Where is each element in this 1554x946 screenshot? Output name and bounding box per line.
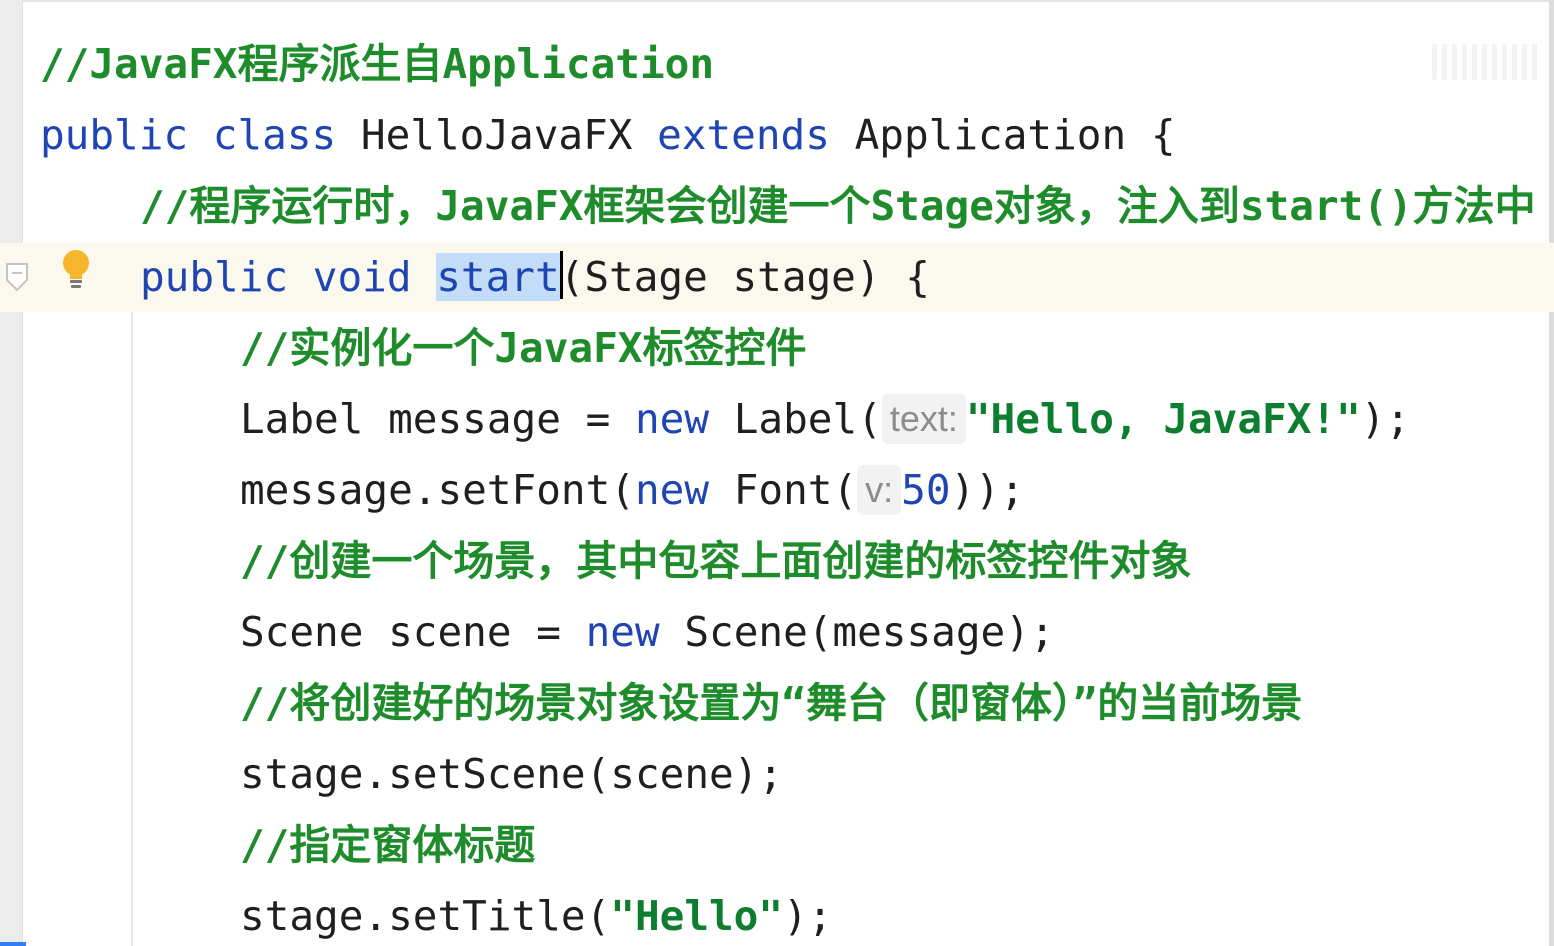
keyword-void: void [312, 253, 412, 301]
status-accent [0, 942, 26, 946]
code-comment-line[interactable]: //JavaFX程序派生自Application [40, 36, 714, 92]
open-brace: { [1150, 111, 1176, 159]
code-line-scene-decl[interactable]: Scene scene = new Scene(message); [240, 604, 1055, 660]
method-call: stage.setTitle( [240, 892, 611, 940]
statement-end: ); [1360, 395, 1411, 443]
selected-method-name[interactable]: start [436, 253, 560, 301]
code-line-set-title[interactable]: stage.setTitle("Hello"); [240, 888, 832, 944]
code-line-set-font[interactable]: message.setFont(new Font(v: 50)); [240, 462, 1025, 518]
watermark-logo [1432, 44, 1542, 80]
code-comment-line[interactable]: //实例化一个JavaFX标签控件 [240, 320, 806, 376]
constructor-call: Font( [733, 466, 858, 514]
editor-top-border [0, 0, 1554, 2]
keyword-new: new [634, 395, 710, 443]
superclass-name: Application [854, 111, 1127, 159]
indent-guide [131, 312, 133, 946]
string-literal: "Hello" [610, 892, 784, 940]
keyword-public: public [140, 253, 289, 301]
string-literal: "Hello, JavaFX!" [965, 395, 1361, 443]
lightbulb-icon[interactable] [58, 248, 94, 292]
parameter-hint: v: [857, 465, 902, 515]
statement-end: ); [783, 892, 833, 940]
method-params: (Stage stage) [559, 253, 881, 301]
keyword-new: new [585, 608, 660, 656]
code-line-set-scene[interactable]: stage.setScene(scene); [240, 746, 783, 802]
open-brace: { [905, 253, 930, 301]
statement-end: )); [950, 466, 1025, 514]
class-name: HelloJavaFX [360, 111, 633, 159]
number-literal: 50 [901, 466, 951, 514]
fold-marker-icon[interactable] [5, 262, 29, 292]
code-line-label-decl[interactable]: Label message = new Label(text: "Hello, J… [240, 391, 1410, 447]
code-comment-line[interactable]: //程序运行时，JavaFX框架会创建一个Stage对象，注入到start()方… [140, 178, 1536, 234]
code-comment-line[interactable]: //指定窗体标题 [240, 817, 535, 873]
parameter-hint: text: [881, 394, 966, 444]
variable-declaration: Label message = [240, 395, 635, 443]
keyword-public: public [40, 111, 189, 159]
editor-gutter[interactable] [0, 0, 23, 946]
code-editor[interactable]: //JavaFX程序派生自Application public class He… [0, 0, 1554, 946]
constructor-call: Label( [733, 395, 882, 443]
method-declaration-line[interactable]: public void start(Stage stage) { [140, 249, 930, 305]
code-comment-line[interactable]: //将创建好的场景对象设置为“舞台（即窗体）”的当前场景 [240, 675, 1302, 731]
scrollbar-track[interactable] [1549, 0, 1554, 946]
variable-declaration: Scene scene = [240, 608, 586, 656]
code-comment-line[interactable]: //创建一个场景，其中包容上面创建的标签控件对象 [240, 533, 1191, 589]
method-call: message.setFont( [240, 466, 635, 514]
class-declaration-line[interactable]: public class HelloJavaFX extends Applica… [40, 107, 1176, 163]
keyword-new: new [634, 466, 710, 514]
constructor-call: Scene(message); [684, 608, 1055, 656]
keyword-class: class [212, 111, 337, 159]
keyword-extends: extends [657, 111, 830, 159]
